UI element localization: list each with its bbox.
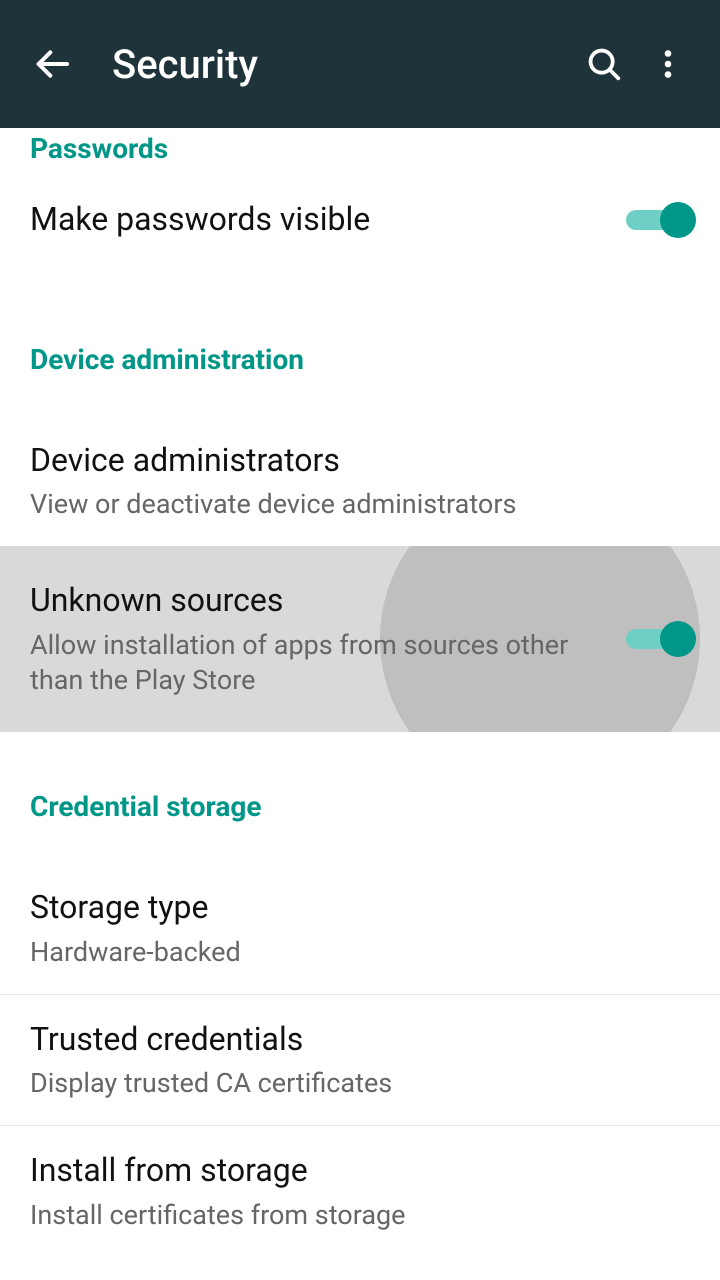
item-make-passwords-visible[interactable]: Make passwords visible <box>0 175 720 265</box>
switch-thumb <box>660 621 696 657</box>
item-text: Make passwords visible <box>30 199 626 241</box>
page-title: Security <box>112 41 572 88</box>
item-title: Unknown sources <box>30 580 606 622</box>
switch-thumb <box>660 202 696 238</box>
item-text: Install from storage Install certificate… <box>30 1150 690 1233</box>
settings-list[interactable]: Passwords Make passwords visible Device … <box>0 128 720 1280</box>
arrow-back-icon <box>32 44 72 84</box>
item-text: Trusted credentials Display trusted CA c… <box>30 1019 690 1102</box>
item-title: Install from storage <box>30 1150 670 1192</box>
section-header-device-admin: Device administration <box>0 315 720 386</box>
item-storage-type[interactable]: Storage type Hardware-backed <box>0 863 720 994</box>
item-install-from-storage[interactable]: Install from storage Install certificate… <box>0 1126 720 1257</box>
item-title: Storage type <box>30 887 670 929</box>
item-title: Device administrators <box>30 440 670 482</box>
item-trusted-credentials[interactable]: Trusted credentials Display trusted CA c… <box>0 995 720 1126</box>
overflow-menu-button[interactable] <box>636 32 700 96</box>
item-sub: View or deactivate device administrators <box>30 487 670 522</box>
switch-make-passwords-visible[interactable] <box>626 200 690 240</box>
item-unknown-sources[interactable]: Unknown sources Allow installation of ap… <box>0 546 720 732</box>
item-device-administrators[interactable]: Device administrators View or deactivate… <box>0 416 720 547</box>
section-header-credential-storage: Credential storage <box>0 762 720 833</box>
item-sub: Display trusted CA certificates <box>30 1066 670 1101</box>
search-icon <box>585 45 623 83</box>
appbar: Security <box>0 0 720 128</box>
more-vert-icon <box>650 46 686 82</box>
item-sub: Install certificates from storage <box>30 1198 670 1233</box>
back-button[interactable] <box>20 32 84 96</box>
item-text: Device administrators View or deactivate… <box>30 440 690 523</box>
item-text: Storage type Hardware-backed <box>30 887 690 970</box>
item-sub: Allow installation of apps from sources … <box>30 628 606 698</box>
switch-unknown-sources[interactable] <box>626 619 690 659</box>
item-title: Make passwords visible <box>30 199 606 241</box>
item-text: Unknown sources Allow installation of ap… <box>30 580 626 698</box>
item-sub: Hardware-backed <box>30 935 670 970</box>
search-button[interactable] <box>572 32 636 96</box>
item-title: Trusted credentials <box>30 1019 670 1061</box>
section-header-passwords: Passwords <box>0 128 720 175</box>
